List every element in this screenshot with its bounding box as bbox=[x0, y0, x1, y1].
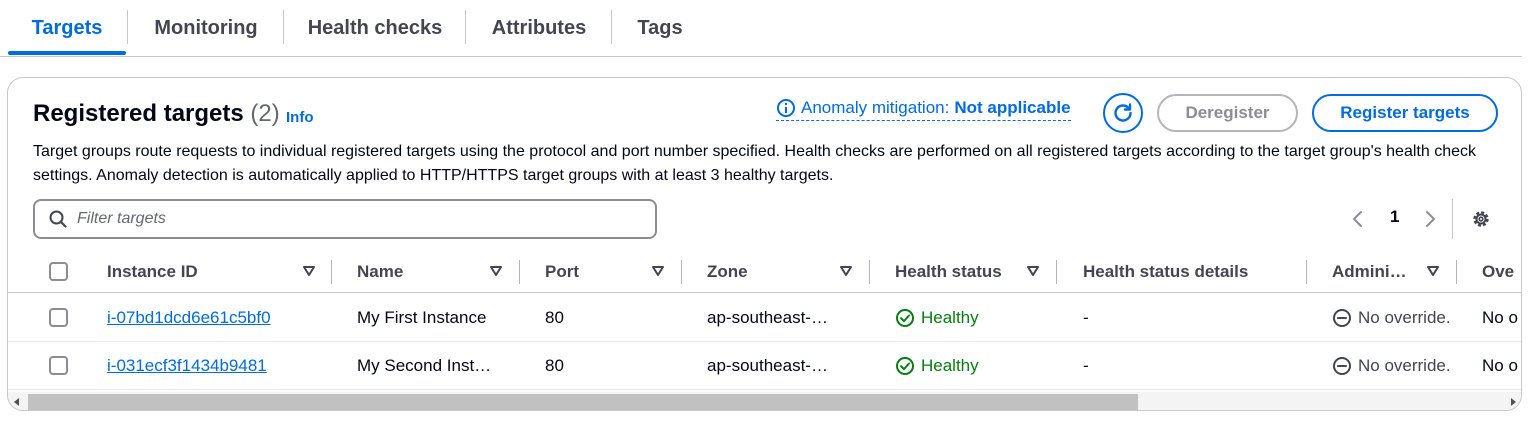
column-administrative-override[interactable]: Admini… bbox=[1332, 250, 1407, 293]
column-override-details: Ove bbox=[1482, 261, 1515, 281]
pagination-next[interactable] bbox=[1423, 206, 1437, 232]
column-divider[interactable] bbox=[1306, 260, 1307, 284]
scroll-left-icon[interactable] bbox=[13, 398, 21, 406]
sort-down-icon[interactable] bbox=[489, 264, 503, 278]
tab-monitoring[interactable]: Monitoring bbox=[128, 0, 284, 56]
column-divider[interactable] bbox=[869, 260, 870, 284]
check-circle-icon bbox=[896, 356, 914, 375]
chevron-right-icon bbox=[1426, 211, 1436, 227]
health-status-text: Healthy bbox=[921, 355, 979, 375]
column-health-status-details: Health status details bbox=[1083, 261, 1249, 281]
zone-value: ap-southeast-… bbox=[707, 355, 828, 375]
sort-down-icon[interactable] bbox=[839, 264, 853, 278]
column-port[interactable]: Port bbox=[545, 250, 579, 293]
filter-input[interactable] bbox=[77, 210, 655, 228]
anomaly-label: Anomaly mitigation: bbox=[801, 97, 950, 117]
row-checkbox[interactable] bbox=[49, 356, 68, 375]
sort-down-icon[interactable] bbox=[651, 264, 665, 278]
register-targets-button[interactable]: Register targets bbox=[1312, 94, 1498, 132]
column-divider[interactable] bbox=[331, 260, 332, 284]
administrative-override: No override. bbox=[1332, 342, 1451, 389]
health-details-value: - bbox=[1083, 355, 1089, 375]
deregister-button[interactable]: Deregister bbox=[1157, 94, 1298, 132]
health-status-text: Healthy bbox=[921, 307, 979, 327]
pagination-previous[interactable] bbox=[1351, 206, 1365, 232]
info-icon bbox=[777, 98, 795, 117]
search-icon bbox=[49, 210, 67, 228]
gear-icon bbox=[1473, 211, 1489, 227]
anomaly-value: Not applicable bbox=[954, 97, 1071, 117]
override-details-value: No o bbox=[1482, 355, 1518, 375]
tab-health-checks[interactable]: Health checks bbox=[284, 0, 466, 56]
pager-divider bbox=[1452, 199, 1453, 239]
column-divider[interactable] bbox=[681, 260, 682, 284]
health-status: Healthy bbox=[895, 342, 979, 389]
panel-title-text: Registered targets bbox=[33, 100, 244, 127]
tab-bar: Targets Monitoring Health checks Attribu… bbox=[0, 0, 1522, 57]
table-header: Instance ID Name Port Zone Health status… bbox=[8, 250, 1521, 293]
instance-name: My First Instance bbox=[357, 307, 487, 327]
sort-down-icon[interactable] bbox=[1026, 264, 1040, 278]
column-divider[interactable] bbox=[1056, 260, 1057, 284]
minus-circle-icon bbox=[1333, 308, 1351, 327]
column-instance-id[interactable]: Instance ID bbox=[107, 250, 198, 293]
port-value: 80 bbox=[545, 307, 564, 327]
table-row[interactable]: i-07bd1dcd6e61c5bf0 My First Instance 80… bbox=[8, 294, 1521, 342]
refresh-button[interactable] bbox=[1103, 93, 1143, 133]
chevron-left-icon bbox=[1352, 211, 1362, 227]
instance-id-link[interactable]: i-031ecf3f1434b9481 bbox=[107, 342, 267, 389]
horizontal-scrollbar[interactable] bbox=[8, 392, 1521, 410]
sort-down-icon[interactable] bbox=[302, 264, 316, 278]
target-count: (2) bbox=[250, 100, 280, 127]
column-health-status[interactable]: Health status bbox=[895, 250, 1002, 293]
filter-box bbox=[33, 199, 657, 239]
administrative-override: No override. bbox=[1332, 294, 1451, 341]
health-status: Healthy bbox=[895, 294, 979, 341]
page-number[interactable]: 1 bbox=[1390, 207, 1399, 227]
page-title: Registered targets (2) bbox=[33, 100, 280, 128]
panel-description: Target groups route requests to individu… bbox=[33, 143, 1476, 184]
instance-name: My Second Inst… bbox=[357, 355, 492, 375]
minus-circle-icon bbox=[1333, 356, 1351, 375]
column-divider[interactable] bbox=[519, 260, 520, 284]
preferences-button[interactable] bbox=[1470, 206, 1492, 232]
sort-down-icon[interactable] bbox=[1426, 264, 1440, 278]
override-details-value: No o bbox=[1482, 307, 1518, 327]
row-checkbox[interactable] bbox=[49, 308, 68, 327]
zone-value: ap-southeast-… bbox=[707, 307, 828, 327]
tab-targets[interactable]: Targets bbox=[8, 0, 126, 56]
instance-id-link[interactable]: i-07bd1dcd6e61c5bf0 bbox=[107, 294, 271, 341]
health-details-value: - bbox=[1083, 307, 1089, 327]
info-link[interactable]: Info bbox=[286, 109, 314, 126]
override-text: No override. bbox=[1358, 307, 1451, 327]
tab-attributes[interactable]: Attributes bbox=[466, 0, 612, 56]
override-text: No override. bbox=[1358, 355, 1451, 375]
scroll-right-icon[interactable] bbox=[1509, 398, 1517, 406]
column-zone[interactable]: Zone bbox=[707, 250, 748, 293]
anomaly-mitigation-link[interactable]: Anomaly mitigation: Not applicable bbox=[776, 95, 1071, 121]
select-all-checkbox[interactable] bbox=[49, 262, 68, 281]
table-row[interactable]: i-031ecf3f1434b9481 My Second Inst… 80 a… bbox=[8, 342, 1521, 390]
port-value: 80 bbox=[545, 355, 564, 375]
column-divider[interactable] bbox=[1456, 260, 1457, 284]
check-circle-icon bbox=[896, 308, 914, 327]
scrollbar-thumb[interactable] bbox=[28, 394, 1138, 410]
column-name[interactable]: Name bbox=[357, 250, 403, 293]
refresh-icon bbox=[1114, 103, 1132, 122]
tab-tags[interactable]: Tags bbox=[612, 0, 708, 56]
registered-targets-panel: Registered targets (2) Info Anomaly miti… bbox=[7, 77, 1522, 411]
